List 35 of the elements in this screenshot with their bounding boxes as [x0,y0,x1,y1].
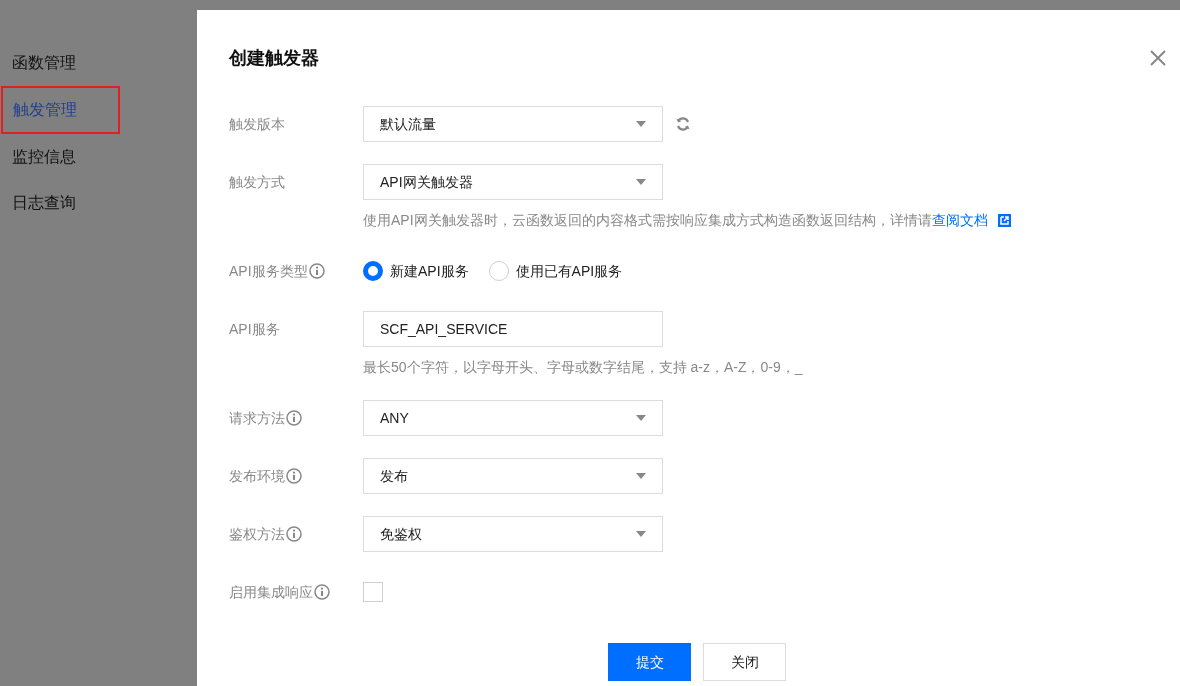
submit-button[interactable]: 提交 [608,643,691,681]
select-field[interactable]: 发布 [363,458,663,494]
caret-icon [636,179,646,185]
field-label: API服务类型 [229,261,308,281]
hint-text: 使用API网关触发器时，云函数返回的内容格式需按响应集成方式构造函数返回结构，详情请 [363,211,932,230]
doc-link[interactable]: 查阅文档 [931,210,988,231]
caret-icon [636,531,646,537]
input-field[interactable]: SCF_API_SERVICE [363,311,663,347]
hint-text: 最长50个字符，以字母开头、字母或数字结尾，支持 a-z，A-Z，0-9，_ [363,358,803,377]
field-label: 触发版本 [229,114,285,134]
select-field[interactable]: 免鉴权 [363,516,663,552]
external-link-icon[interactable] [997,214,1011,227]
sidebar-item[interactable]: 监控信息 [0,134,119,180]
select-field[interactable]: 默认流量 [363,106,663,142]
radio-button[interactable] [363,261,383,281]
field-label: 请求方法 [229,408,285,428]
caret-icon [636,473,646,479]
caret-icon [636,121,646,127]
select-field[interactable]: API网关触发器 [363,164,663,200]
caret-icon [636,415,646,421]
refresh-icon[interactable] [675,116,691,132]
sidebar-item[interactable]: 日志查询 [0,180,119,226]
field-label: 启用集成响应 [229,582,313,602]
select-field[interactable]: ANY [363,400,663,436]
field-label: 触发方式 [229,172,285,192]
field-label: API服务 [229,319,280,339]
close-icon[interactable] [1150,50,1166,66]
radio-option[interactable]: 使用已有API服务 [488,260,623,282]
sidebar-item[interactable]: 函数管理 [0,40,119,86]
field-label: 发布环境 [229,466,285,486]
radio-option[interactable]: 新建API服务 [363,260,469,282]
checkbox[interactable] [363,582,383,602]
dialog-title: 创建触发器 [229,46,319,70]
close-button[interactable]: 关闭 [703,643,786,681]
field-label: 鉴权方法 [229,524,285,544]
